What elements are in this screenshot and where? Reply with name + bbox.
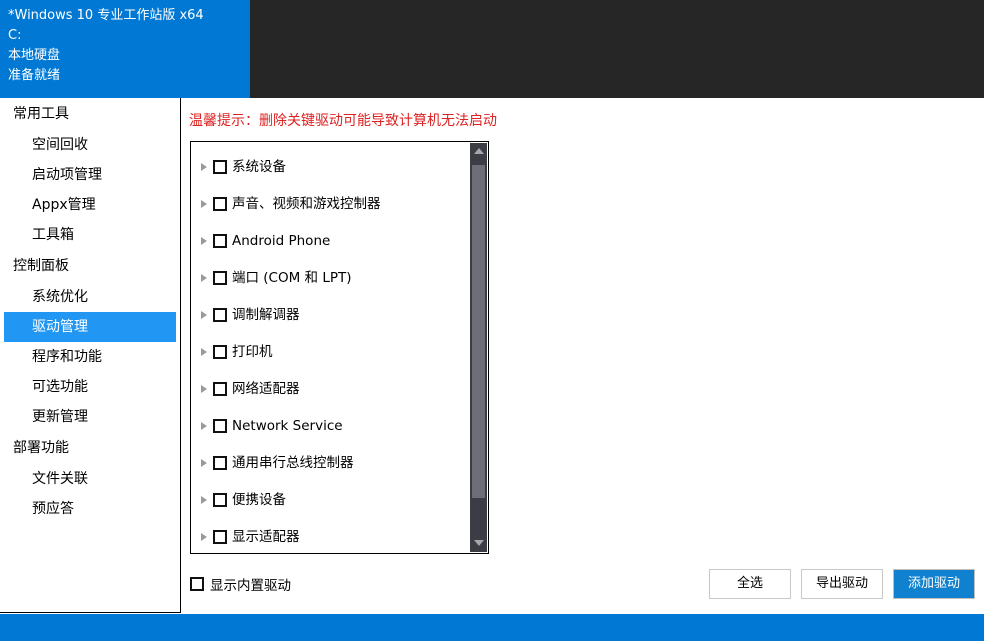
tree-row[interactable]: 显示适配器 <box>191 518 471 553</box>
action-button-group: 全选 导出驱动 添加驱动 <box>709 569 975 599</box>
tree-row[interactable]: 声音、视频和游戏控制器 <box>191 185 471 222</box>
tree-item-label: 端口 (COM 和 LPT) <box>232 269 352 286</box>
tree-item-checkbox[interactable] <box>213 196 227 211</box>
tree-item-label: 显示适配器 <box>232 528 300 545</box>
system-os-line: *Windows 10 专业工作站版 x64 <box>8 8 204 23</box>
tree-item-label: 系统设备 <box>232 158 286 175</box>
sidebar-group-common-tools: 常用工具 <box>13 106 69 122</box>
chevron-right-icon[interactable] <box>197 345 211 359</box>
tree-item-label: 打印机 <box>232 343 273 360</box>
content-area: 温馨提示：删除关键驱动可能导致计算机无法启动 系统设备 声音、视频和游戏控制器 … <box>181 98 984 613</box>
tree-item-checkbox[interactable] <box>213 455 227 470</box>
tree-row[interactable]: 打印机 <box>191 333 471 370</box>
tree-row[interactable]: 系统设备 <box>191 148 471 185</box>
select-all-button[interactable]: 全选 <box>709 569 791 599</box>
scrollbar-up-button[interactable] <box>470 143 487 160</box>
tree-item-label: Network Service <box>232 417 343 434</box>
tree-item-label: 便携设备 <box>232 491 286 508</box>
sidebar: 常用工具 空间回收 启动项管理 Appx管理 工具箱 控制面板 系统优化 驱动管… <box>0 98 181 613</box>
system-status-line: 准备就绪 <box>8 68 61 83</box>
tree-row[interactable]: 调制解调器 <box>191 296 471 333</box>
chevron-right-icon[interactable] <box>197 197 211 211</box>
tree-item-checkbox[interactable] <box>213 307 227 322</box>
chevron-right-icon[interactable] <box>197 271 211 285</box>
top-banner: *Windows 10 专业工作站版 x64 C: 本地硬盘 准备就绪 <box>0 0 984 98</box>
chevron-right-icon[interactable] <box>197 493 211 507</box>
sidebar-item-driver-manage[interactable]: 驱动管理 <box>4 312 176 342</box>
sidebar-item-space-recycle[interactable]: 空间回收 <box>4 130 176 160</box>
warning-message: 温馨提示：删除关键驱动可能导致计算机无法启动 <box>189 113 497 129</box>
tree-row[interactable]: Android Phone <box>191 222 471 259</box>
tree-item-label: 调制解调器 <box>232 306 300 323</box>
chevron-right-icon[interactable] <box>197 530 211 544</box>
chevron-right-icon[interactable] <box>197 160 211 174</box>
sidebar-item-optional-features[interactable]: 可选功能 <box>4 372 176 402</box>
tree-row[interactable]: 端口 (COM 和 LPT) <box>191 259 471 296</box>
tree-item-checkbox[interactable] <box>213 233 227 248</box>
tree-item-label: 网络适配器 <box>232 380 300 397</box>
tree-item-checkbox[interactable] <box>213 159 227 174</box>
scrollbar-down-button[interactable] <box>470 535 487 552</box>
system-drive-line: C: <box>8 28 22 43</box>
show-builtin-drivers-checkbox[interactable] <box>190 577 204 591</box>
export-driver-button[interactable]: 导出驱动 <box>801 569 883 599</box>
show-builtin-drivers-label: 显示内置驱动 <box>210 578 291 594</box>
sidebar-group-control-panel: 控制面板 <box>13 258 69 274</box>
driver-tree-panel: 系统设备 声音、视频和游戏控制器 Android Phone 端口 (COM 和… <box>190 141 489 554</box>
tree-scrollbar[interactable] <box>470 143 487 552</box>
sidebar-item-toolbox[interactable]: 工具箱 <box>4 220 176 250</box>
driver-tree-list[interactable]: 系统设备 声音、视频和游戏控制器 Android Phone 端口 (COM 和… <box>191 142 471 553</box>
caret-down-icon <box>474 540 484 546</box>
tree-item-label: 通用串行总线控制器 <box>232 454 354 471</box>
tree-row[interactable]: 网络适配器 <box>191 370 471 407</box>
chevron-right-icon[interactable] <box>197 382 211 396</box>
chevron-right-icon[interactable] <box>197 456 211 470</box>
caret-up-icon <box>474 148 484 154</box>
system-info-panel: *Windows 10 专业工作站版 x64 C: 本地硬盘 准备就绪 <box>0 0 250 98</box>
tree-item-checkbox[interactable] <box>213 418 227 433</box>
tree-item-checkbox[interactable] <box>213 529 227 544</box>
add-driver-button[interactable]: 添加驱动 <box>893 569 975 599</box>
sidebar-item-unattend-answer[interactable]: 预应答 <box>4 494 176 524</box>
show-builtin-drivers-row[interactable]: 显示内置驱动 <box>190 574 291 594</box>
sidebar-group-deployment: 部署功能 <box>13 440 69 456</box>
chevron-right-icon[interactable] <box>197 308 211 322</box>
system-disk-type-line: 本地硬盘 <box>8 48 61 63</box>
sidebar-item-system-optimize[interactable]: 系统优化 <box>4 282 176 312</box>
scrollbar-thumb[interactable] <box>472 165 485 498</box>
chevron-right-icon[interactable] <box>197 234 211 248</box>
tree-item-checkbox[interactable] <box>213 492 227 507</box>
tree-item-checkbox[interactable] <box>213 381 227 396</box>
sidebar-item-file-association[interactable]: 文件关联 <box>4 464 176 494</box>
tree-row[interactable]: 通用串行总线控制器 <box>191 444 471 481</box>
tree-item-label: 声音、视频和游戏控制器 <box>232 195 381 212</box>
chevron-right-icon[interactable] <box>197 419 211 433</box>
sidebar-item-startup-manage[interactable]: 启动项管理 <box>4 160 176 190</box>
sidebar-item-update-manage[interactable]: 更新管理 <box>4 402 176 432</box>
sidebar-item-programs-features[interactable]: 程序和功能 <box>4 342 176 372</box>
tree-row[interactable]: 便携设备 <box>191 481 471 518</box>
tree-item-checkbox[interactable] <box>213 344 227 359</box>
sidebar-item-appx-manage[interactable]: Appx管理 <box>4 190 176 220</box>
status-strip <box>0 614 984 641</box>
tree-row[interactable]: Network Service <box>191 407 471 444</box>
tree-item-checkbox[interactable] <box>213 270 227 285</box>
tree-item-label: Android Phone <box>232 232 331 249</box>
